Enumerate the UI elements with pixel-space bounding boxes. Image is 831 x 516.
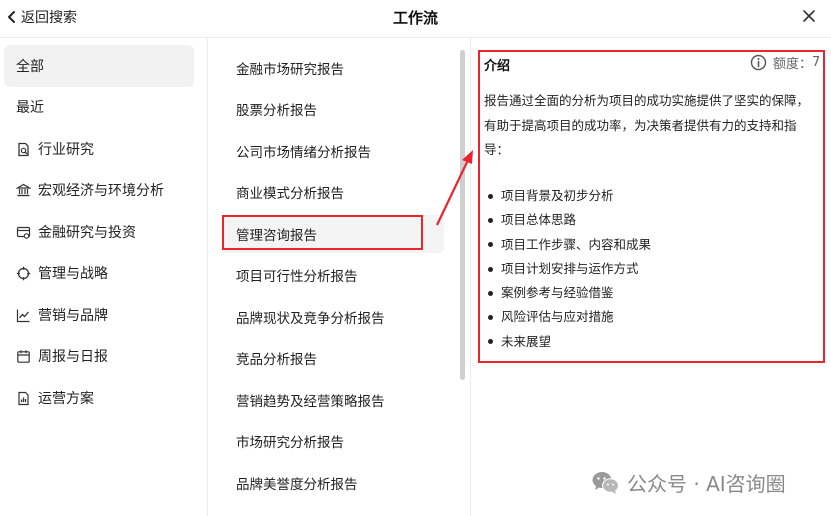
column-divider	[470, 38, 471, 516]
list-item: 项目总体思路	[488, 208, 651, 232]
calendar-icon	[16, 349, 31, 364]
sidebar-item-operations[interactable]: 运营方案	[4, 377, 194, 419]
sidebar-item-marketing-brand[interactable]: 营销与品牌	[4, 294, 194, 336]
workflow-item[interactable]: 品牌现状及竞争分析报告	[222, 298, 444, 336]
bullet-icon	[488, 242, 493, 248]
workflow-item[interactable]: 营销趋势及经营策略报告	[222, 381, 444, 419]
bullet-text: 案例参考与经验借鉴	[501, 285, 614, 301]
list-item: 项目背景及初步分析	[488, 184, 651, 208]
sidebar-item-recent[interactable]: 最近	[4, 86, 194, 128]
watermark: 公众号 · AI咨询圈	[591, 468, 786, 497]
sidebar-item-label: 行业研究	[38, 142, 94, 158]
sidebar-item-finance-investment[interactable]: 金融研究与投资	[4, 211, 194, 253]
bullet-icon	[488, 315, 493, 321]
close-icon[interactable]	[801, 8, 817, 24]
workflow-item-selected[interactable]: 管理咨询报告	[222, 215, 444, 253]
list-item: 风险评估与应对措施	[488, 305, 651, 329]
finance-card-icon	[16, 225, 31, 240]
chevron-left-icon	[8, 11, 15, 23]
quota: 额度： 7	[750, 53, 820, 72]
intro-bullet-list: 项目背景及初步分析 项目总体思路 项目工作步骤、内容和成果 项目计划安排与运作方…	[488, 184, 651, 354]
bullet-text: 项目总体思路	[501, 212, 577, 228]
bullet-text: 项目计划安排与运作方式	[501, 260, 639, 276]
workflow-item[interactable]: 市场研究分析报告	[222, 422, 444, 460]
bullet-icon	[488, 266, 493, 272]
workflow-item[interactable]: 品牌美誉度分析报告	[222, 464, 444, 502]
list-item: 案例参考与经验借鉴	[488, 281, 651, 305]
sidebar-item-all[interactable]: 全部	[4, 45, 194, 87]
workflow-item[interactable]: 项目可行性分析报告	[222, 256, 444, 294]
list-item: 未来展望	[488, 330, 651, 354]
bullet-icon	[488, 217, 493, 223]
bullet-text: 风险评估与应对措施	[501, 309, 614, 325]
sidebar-item-label: 全部	[16, 59, 44, 75]
workflow-item[interactable]: 竞品分析报告	[222, 339, 444, 377]
back-label: 返回搜索	[21, 10, 77, 26]
list-item: 项目工作步骤、内容和成果	[488, 233, 651, 257]
sidebar-item-label: 金融研究与投资	[38, 225, 136, 241]
workflow-item[interactable]: 商业模式分析报告	[222, 173, 444, 211]
bullet-icon	[488, 193, 493, 199]
sidebar-item-label: 管理与战略	[38, 266, 108, 282]
sidebar-item-weekly-daily[interactable]: 周报与日报	[4, 335, 194, 377]
quota-label: 额度：	[773, 57, 813, 72]
sidebar-item-industry-research[interactable]: 行业研究	[4, 128, 194, 170]
target-icon	[16, 266, 31, 281]
back-button[interactable]: 返回搜索	[6, 6, 77, 28]
sidebar-item-macro-economy[interactable]: 宏观经济与环境分析	[4, 169, 194, 211]
trend-chart-icon	[16, 308, 31, 323]
workflow-item[interactable]: 股票分析报告	[222, 90, 444, 128]
info-icon[interactable]	[750, 54, 767, 71]
bullet-text: 项目背景及初步分析	[501, 188, 614, 203]
scrollbar[interactable]	[460, 50, 465, 380]
bullet-text: 项目工作步骤、内容和成果	[501, 236, 652, 252]
workflow-item[interactable]: 公司市场情绪分析报告	[222, 132, 444, 170]
page-title: 工作流	[392, 9, 438, 27]
intro-description: 报告通过全面的分析为项目的成功实施提供了坚实的保障，有助于提高项目的成功率，为决…	[484, 93, 810, 157]
wechat-icon	[592, 471, 619, 494]
list-item: 项目计划安排与运作方式	[488, 257, 651, 281]
header: 返回搜索 工作流	[0, 0, 831, 34]
intro-title: 介绍	[484, 59, 511, 74]
sidebar-item-management-strategy[interactable]: 管理与战略	[4, 252, 194, 294]
quota-value: 7	[812, 55, 821, 70]
watermark-text: 公众号 · AI咨询圈	[627, 472, 786, 496]
bullet-text: 未来展望	[501, 333, 552, 349]
bank-icon	[16, 183, 31, 198]
sidebar-item-label: 宏观经济与环境分析	[38, 183, 164, 199]
sidebar-item-label: 营销与品牌	[38, 308, 108, 324]
report-icon	[16, 391, 31, 406]
sidebar-item-label: 运营方案	[38, 391, 94, 407]
document-search-icon	[16, 142, 31, 157]
sidebar-item-label: 周报与日报	[38, 349, 108, 365]
sidebar-item-label: 最近	[16, 100, 44, 116]
bullet-icon	[488, 290, 493, 296]
workflow-list: 金融市场研究报告 股票分析报告 公司市场情绪分析报告 商业模式分析报告 管理咨询…	[208, 38, 470, 516]
bullet-icon	[488, 339, 493, 345]
workflow-item[interactable]: 金融市场研究报告	[222, 49, 444, 87]
